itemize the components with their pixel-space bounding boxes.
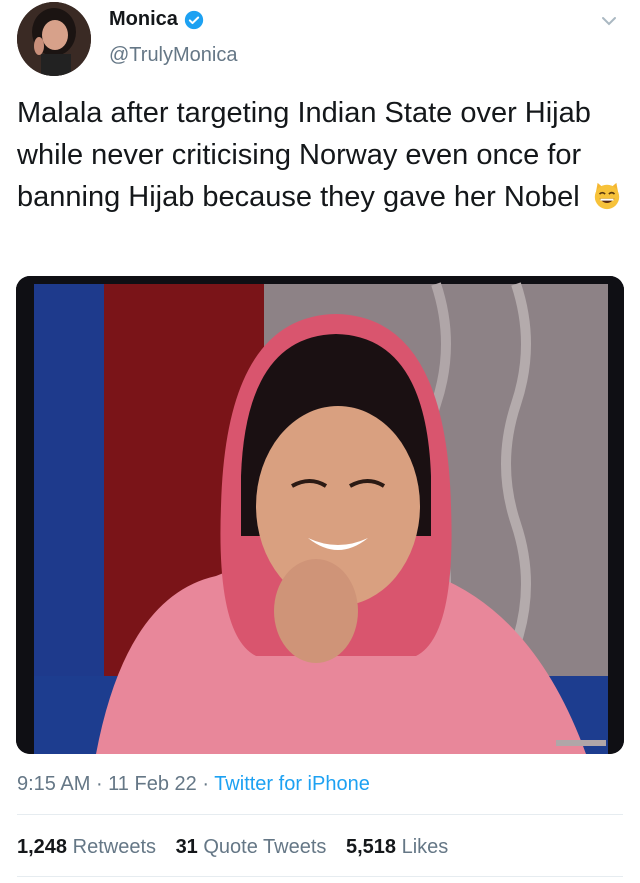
tweet-text: Malala after targeting Indian State over…: [17, 92, 627, 218]
tweet-date[interactable]: 11 Feb 22: [108, 773, 197, 795]
author-name-row: Monica: [109, 8, 204, 31]
media-photo: [16, 276, 624, 754]
quote-tweets-stat[interactable]: 31 Quote Tweets: [176, 836, 327, 858]
divider: [17, 814, 623, 815]
tweet-media-image[interactable]: [16, 276, 624, 754]
likes-stat[interactable]: 5,518 Likes: [346, 836, 448, 858]
tweet-stats: 1,248 Retweets 31 Quote Tweets 5,518 Lik…: [17, 836, 462, 859]
divider: [17, 876, 623, 877]
verified-badge-icon: [184, 10, 204, 29]
retweets-stat[interactable]: 1,248 Retweets: [17, 836, 156, 858]
retweets-count: 1,248: [17, 836, 68, 858]
tweet-body: Malala after targeting Indian State over…: [17, 97, 591, 213]
grinning-cat-emoji-icon: [594, 182, 619, 210]
meta-separator: ·: [196, 773, 215, 795]
avatar[interactable]: [17, 2, 91, 76]
tweet-time[interactable]: 9:15 AM: [17, 773, 90, 795]
tweet-metadata: 9:15 AM · 11 Feb 22 · Twitter for iPhone: [17, 773, 370, 796]
meta-separator: ·: [90, 773, 109, 795]
likes-count: 5,518: [345, 836, 397, 858]
tweet-header: Monica @TrulyMonica: [0, 0, 640, 80]
retweets-label: Retweets: [72, 836, 156, 858]
quote-tweets-label: Quote Tweets: [203, 836, 327, 858]
likes-label: Likes: [401, 836, 449, 858]
quote-tweets-count: 31: [175, 836, 198, 858]
tweet-source-link[interactable]: Twitter for iPhone: [214, 773, 370, 795]
chevron-down-icon[interactable]: [600, 12, 618, 30]
author-name[interactable]: Monica: [109, 8, 178, 31]
author-handle[interactable]: @TrulyMonica: [109, 44, 237, 67]
avatar-photo: [17, 2, 91, 76]
